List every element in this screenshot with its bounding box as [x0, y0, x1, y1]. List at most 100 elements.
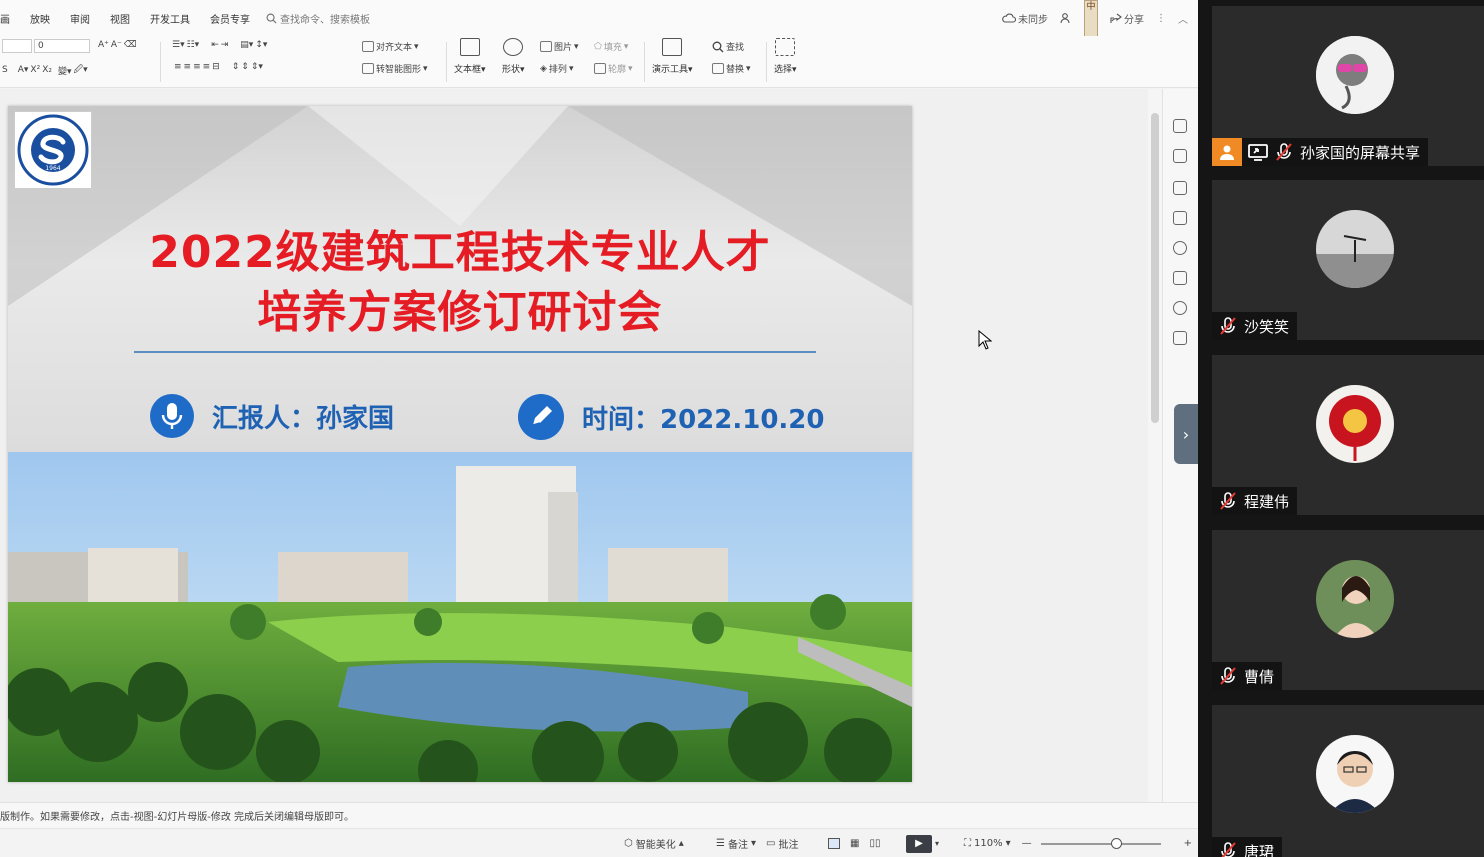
muted-mic-icon: [1276, 143, 1292, 161]
date-block: 时间：2022.10.20: [518, 394, 824, 440]
shape-icon: [503, 38, 524, 56]
collaborate-icon[interactable]: [1060, 12, 1072, 24]
speaker-notes[interactable]: 版制作。如果需要修改，点击-视图-幻灯片母版-修改 完成后关闭编辑母版即可。: [0, 802, 1198, 828]
eraser-icon[interactable]: ⌫: [124, 40, 137, 50]
picture-button[interactable]: 图片 ▾: [540, 40, 579, 53]
campus-panorama-image: [8, 452, 912, 782]
scrollbar-thumb[interactable]: [1151, 113, 1159, 423]
zoom-slider[interactable]: [1040, 837, 1161, 849]
help-icon[interactable]: [1173, 241, 1187, 255]
pin-icon[interactable]: [1173, 181, 1187, 195]
command-search[interactable]: 查找命令、搜索模板: [266, 11, 370, 26]
picture-icon: [540, 41, 552, 52]
participant-tile-2[interactable]: 沙笑笑: [1212, 180, 1484, 340]
menu-item-slideshow[interactable]: 放映: [20, 11, 60, 26]
zoom-in-icon[interactable]: +: [1184, 838, 1192, 849]
muted-mic-icon: [1221, 842, 1236, 857]
participant-tile-4[interactable]: 曹倩: [1212, 530, 1484, 690]
avatar: [1316, 735, 1394, 813]
mouse-cursor-icon: [978, 330, 992, 350]
meeting-participant-panel: 孙家国的屏幕共享 沙笑笑 程建伟 曹倩 唐珺: [1198, 0, 1484, 857]
font-size-box[interactable]: 0: [2, 39, 90, 53]
copy-icon[interactable]: [1173, 211, 1187, 225]
menu-item-member[interactable]: 会员专享: [200, 11, 260, 26]
image-tools-icon[interactable]: [1173, 271, 1187, 285]
view-switcher[interactable]: ▦ ▯▯: [828, 829, 880, 857]
find-button[interactable]: 查找: [712, 40, 744, 53]
font-grow-shrink[interactable]: A⁺ A⁻ ⌫: [98, 40, 137, 50]
muted-mic-icon: [1220, 492, 1236, 510]
paragraph-row-2[interactable]: ≡ ≡ ≡ ≡ ⊟ ⇕ ⇕ ⇕▾: [174, 62, 263, 72]
avatar: [1316, 36, 1394, 114]
fill-button[interactable]: ⬠ 填充 ▾: [594, 40, 628, 54]
fit-window-icon[interactable]: ⛶: [964, 838, 971, 849]
expand-panel-button[interactable]: ›: [1174, 404, 1198, 464]
search-icon: [266, 13, 277, 24]
zoom-control[interactable]: ⛶ 110% ▾ — +: [964, 829, 1192, 857]
participant-tile-5[interactable]: 唐珺: [1212, 705, 1484, 857]
logo-year: 1964: [45, 165, 60, 172]
menu-item-developer[interactable]: 开发工具: [140, 11, 200, 26]
normal-view-icon[interactable]: [828, 838, 840, 849]
shape-button[interactable]: 形状▾: [502, 38, 525, 75]
reading-view-icon[interactable]: ▯▯: [869, 838, 880, 849]
participant-tile-1[interactable]: 孙家国的屏幕共享: [1212, 6, 1484, 166]
outline-button[interactable]: 轮廓 ▾: [594, 62, 633, 75]
replace-icon: [712, 63, 724, 74]
zoom-out-icon[interactable]: —: [1022, 838, 1032, 849]
participant-name-bar: 孙家国的屏幕共享: [1212, 138, 1429, 166]
reporter-text[interactable]: 汇报人：孙家国: [212, 398, 394, 435]
screen: 画 放映 审阅 视图 开发工具 会员专享 查找命令、搜索模板 未同步 中 分享: [0, 0, 1484, 857]
menu-item-view[interactable]: 视图: [100, 11, 140, 26]
paragraph-row-1[interactable]: ☰▾ ☷▾ ⇤ ⇥ ▤▾ ↕▾: [172, 40, 267, 50]
textbox-button[interactable]: 文本框▾: [454, 38, 486, 75]
smart-beautify-button[interactable]: ⬡ 智能美化 ▴: [624, 829, 684, 857]
avatar: [1316, 560, 1394, 638]
zoom-slider-thumb[interactable]: [1110, 837, 1122, 849]
current-slide[interactable]: 1964 2022级建筑工程技术专业人才 培养方案修订研讨会 汇报人：孙家国 时…: [8, 106, 912, 782]
status-bar: ⬡ 智能美化 ▴ ☰ 备注 ▾ ▭ 批注 ▦ ▯▯ ▶ ▾ ⛶ 110% ▾ — +: [0, 828, 1198, 857]
smart-art-button[interactable]: 转智能图形 ▾: [362, 62, 428, 75]
participant-name: 沙笑笑: [1244, 317, 1290, 336]
presentation-tools-button[interactable]: 演示工具▾: [652, 38, 693, 75]
location-icon[interactable]: [1173, 301, 1187, 315]
menubar-right: 未同步 中 分享 ⋮ ︿: [1002, 0, 1188, 72]
notes-icon: ☰: [716, 838, 725, 849]
book-icon[interactable]: [1173, 331, 1187, 345]
collapse-ribbon-icon[interactable]: ︿: [1178, 11, 1188, 26]
sync-status[interactable]: 未同步: [1002, 11, 1048, 26]
presenter-avatar-icon: [1212, 138, 1242, 166]
font-format-buttons[interactable]: S A▾ X² X₂ 變▾ 🖉▾: [2, 62, 88, 78]
slide-title-line-1[interactable]: 2022级建筑工程技术专业人才: [8, 216, 912, 280]
date-text[interactable]: 时间：2022.10.20: [582, 399, 824, 436]
notes-button[interactable]: ☰ 备注 ▾: [716, 829, 756, 857]
participant-name: 曹倩: [1244, 667, 1275, 686]
grid-view-icon[interactable]: ▦: [850, 838, 859, 849]
screen-share-icon: [1248, 144, 1268, 161]
comments-button[interactable]: ▭ 批注: [766, 829, 798, 857]
participant-name-bar: 曹倩: [1212, 662, 1283, 690]
rocket-icon[interactable]: [1173, 119, 1187, 133]
slide-title-line-2[interactable]: 培养方案修订研讨会: [8, 276, 912, 340]
menu-item-review[interactable]: 审阅: [60, 11, 100, 26]
menu-item-design[interactable]: 画: [0, 11, 20, 26]
share-button[interactable]: 分享: [1110, 11, 1144, 26]
title-divider: [134, 351, 816, 353]
vertical-scrollbar[interactable]: [1148, 89, 1162, 802]
muted-mic-icon: [1220, 317, 1236, 335]
replace-button[interactable]: 替换 ▾: [712, 62, 751, 75]
select-button[interactable]: 选择▾: [774, 38, 797, 75]
play-slideshow-button[interactable]: ▶ ▾: [906, 829, 939, 857]
participant-tile-3[interactable]: 程建伟: [1212, 355, 1484, 515]
participant-name: 孙家国的屏幕共享: [1300, 143, 1421, 162]
fill-icon: ⬠: [594, 41, 602, 52]
slide-canvas[interactable]: 1964 2022级建筑工程技术专业人才 培养方案修订研讨会 汇报人：孙家国 时…: [0, 89, 1148, 802]
more-icon[interactable]: ⋮: [1156, 13, 1166, 24]
wps-presentation-window: 画 放映 审阅 视图 开发工具 会员专享 查找命令、搜索模板 未同步 中 分享: [0, 0, 1198, 857]
cloud-icon: [1002, 13, 1016, 23]
arrange-button[interactable]: ◈ 排列 ▾: [540, 62, 573, 76]
adjust-icon[interactable]: [1173, 149, 1187, 163]
layers-icon: ◈: [540, 63, 547, 74]
campus-photo[interactable]: [8, 452, 912, 782]
align-text-button[interactable]: 对齐文本 ▾: [362, 40, 419, 53]
